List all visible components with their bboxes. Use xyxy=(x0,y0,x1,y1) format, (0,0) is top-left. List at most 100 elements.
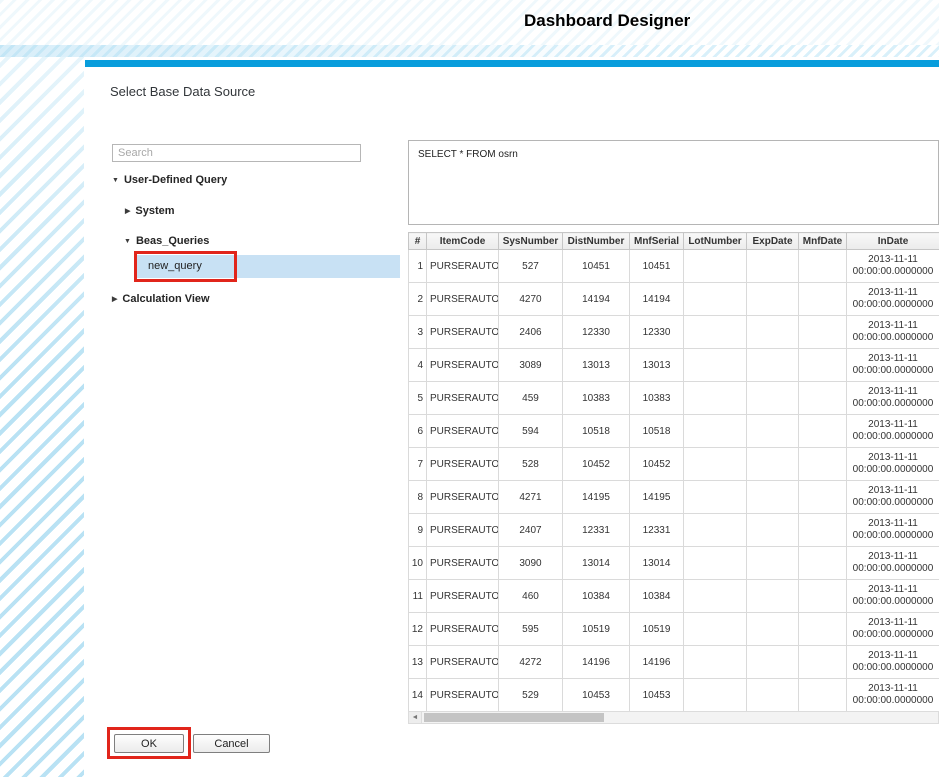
cell-sysnumber: 459 xyxy=(499,382,563,415)
cell-distnumber: 10518 xyxy=(563,415,630,448)
table-row[interactable]: 2PURSERAUTO427014194141942013-11-1100:00… xyxy=(409,283,939,316)
cell-distnumber: 12331 xyxy=(563,514,630,547)
cell-mnfdate xyxy=(799,448,847,481)
column-header-mnfdate[interactable]: MnfDate xyxy=(799,233,847,250)
cell-mnfserial: 14194 xyxy=(630,283,684,316)
app-title: Dashboard Designer xyxy=(524,11,690,31)
cell-lotnumber xyxy=(684,679,747,712)
scroll-left-arrow-icon[interactable]: ◄ xyxy=(409,712,422,723)
tree-item-label: Beas_Queries xyxy=(136,235,209,247)
cell-distnumber: 14195 xyxy=(563,481,630,514)
table-row[interactable]: 8PURSERAUTO427114195141952013-11-1100:00… xyxy=(409,481,939,514)
cell-lotnumber xyxy=(684,250,747,283)
cell-distnumber: 13013 xyxy=(563,349,630,382)
cell-row-number: 12 xyxy=(409,613,427,646)
cell-mnfdate xyxy=(799,283,847,316)
table-row[interactable]: 7PURSERAUTO52810452104522013-11-1100:00:… xyxy=(409,448,939,481)
cell-expdate xyxy=(747,613,799,646)
cell-expdate xyxy=(747,547,799,580)
cell-itemcode: PURSERAUTO xyxy=(427,547,499,580)
cell-indate: 2013-11-1100:00:00.0000000 xyxy=(847,316,939,349)
cell-distnumber: 10453 xyxy=(563,679,630,712)
search-input[interactable] xyxy=(112,144,361,162)
tree-item-beas-queries[interactable]: ▼Beas_Queries xyxy=(124,235,209,247)
column-header-sysnumber[interactable]: SysNumber xyxy=(499,233,563,250)
table-row[interactable]: 14PURSERAUTO52910453104532013-11-1100:00… xyxy=(409,679,939,712)
ok-button[interactable]: OK xyxy=(114,734,184,753)
header-gradient-band xyxy=(0,45,939,57)
table-row[interactable]: 3PURSERAUTO240612330123302013-11-1100:00… xyxy=(409,316,939,349)
cell-indate: 2013-11-1100:00:00.0000000 xyxy=(847,250,939,283)
cell-mnfdate xyxy=(799,613,847,646)
cell-sysnumber: 3089 xyxy=(499,349,563,382)
column-header-distnumber[interactable]: DistNumber xyxy=(563,233,630,250)
cell-lotnumber xyxy=(684,316,747,349)
cell-lotnumber xyxy=(684,580,747,613)
cell-distnumber: 14196 xyxy=(563,646,630,679)
cell-mnfserial: 14196 xyxy=(630,646,684,679)
cell-lotnumber xyxy=(684,646,747,679)
cell-mnfserial: 12331 xyxy=(630,514,684,547)
column-header-row-number[interactable]: # xyxy=(409,233,427,250)
cell-expdate xyxy=(747,448,799,481)
table-row[interactable]: 1PURSERAUTO52710451104512013-11-1100:00:… xyxy=(409,250,939,283)
cell-itemcode: PURSERAUTO xyxy=(427,580,499,613)
cell-mnfdate xyxy=(799,415,847,448)
horizontal-scrollbar[interactable]: ◄ xyxy=(408,711,939,724)
tree-item-system[interactable]: ▶System xyxy=(125,205,175,217)
cell-mnfdate xyxy=(799,316,847,349)
cell-indate: 2013-11-1100:00:00.0000000 xyxy=(847,613,939,646)
column-header-itemcode[interactable]: ItemCode xyxy=(427,233,499,250)
table-row[interactable]: 10PURSERAUTO309013014130142013-11-1100:0… xyxy=(409,547,939,580)
table-row[interactable]: 11PURSERAUTO46010384103842013-11-1100:00… xyxy=(409,580,939,613)
cell-mnfdate xyxy=(799,481,847,514)
sql-preview[interactable]: SELECT * FROM osrn xyxy=(408,140,939,225)
cell-row-number: 3 xyxy=(409,316,427,349)
cell-itemcode: PURSERAUTO xyxy=(427,283,499,316)
cell-row-number: 14 xyxy=(409,679,427,712)
cell-itemcode: PURSERAUTO xyxy=(427,415,499,448)
table-row[interactable]: 12PURSERAUTO59510519105192013-11-1100:00… xyxy=(409,613,939,646)
cell-sysnumber: 2406 xyxy=(499,316,563,349)
cell-distnumber: 10384 xyxy=(563,580,630,613)
column-header-mnfserial[interactable]: MnfSerial xyxy=(630,233,684,250)
cell-row-number: 2 xyxy=(409,283,427,316)
cell-distnumber: 10383 xyxy=(563,382,630,415)
cell-row-number: 6 xyxy=(409,415,427,448)
cell-indate: 2013-11-1100:00:00.0000000 xyxy=(847,349,939,382)
tree-item-calculation-view[interactable]: ▶Calculation View xyxy=(112,293,210,305)
column-header-lotnumber[interactable]: LotNumber xyxy=(684,233,747,250)
cell-sysnumber: 595 xyxy=(499,613,563,646)
cell-mnfserial: 10518 xyxy=(630,415,684,448)
cell-mnfserial: 10452 xyxy=(630,448,684,481)
table-row[interactable]: 6PURSERAUTO59410518105182013-11-1100:00:… xyxy=(409,415,939,448)
cell-row-number: 10 xyxy=(409,547,427,580)
tree-item-new-query[interactable]: new_query xyxy=(137,255,400,278)
table-row[interactable]: 9PURSERAUTO240712331123312013-11-1100:00… xyxy=(409,514,939,547)
cell-mnfserial: 13014 xyxy=(630,547,684,580)
tree-item-user-defined-query[interactable]: ▼User-Defined Query xyxy=(112,174,227,186)
cell-expdate xyxy=(747,349,799,382)
table-row[interactable]: 5PURSERAUTO45910383103832013-11-1100:00:… xyxy=(409,382,939,415)
cell-mnfserial: 13013 xyxy=(630,349,684,382)
cell-indate: 2013-11-1100:00:00.0000000 xyxy=(847,547,939,580)
scrollbar-thumb[interactable] xyxy=(424,713,604,722)
cell-row-number: 11 xyxy=(409,580,427,613)
cancel-button[interactable]: Cancel xyxy=(193,734,270,753)
cell-sysnumber: 2407 xyxy=(499,514,563,547)
cell-distnumber: 10451 xyxy=(563,250,630,283)
table-row[interactable]: 13PURSERAUTO427214196141962013-11-1100:0… xyxy=(409,646,939,679)
table-row[interactable]: 4PURSERAUTO308913013130132013-11-1100:00… xyxy=(409,349,939,382)
cell-itemcode: PURSERAUTO xyxy=(427,514,499,547)
cell-indate: 2013-11-1100:00:00.0000000 xyxy=(847,283,939,316)
cell-lotnumber xyxy=(684,613,747,646)
cell-mnfdate xyxy=(799,547,847,580)
cell-mnfserial: 10451 xyxy=(630,250,684,283)
cell-mnfdate xyxy=(799,382,847,415)
column-header-expdate[interactable]: ExpDate xyxy=(747,233,799,250)
cell-expdate xyxy=(747,481,799,514)
column-header-indate[interactable]: InDate xyxy=(847,233,939,250)
cell-sysnumber: 3090 xyxy=(499,547,563,580)
cell-expdate xyxy=(747,580,799,613)
triangle-right-icon: ▶ xyxy=(112,295,117,303)
